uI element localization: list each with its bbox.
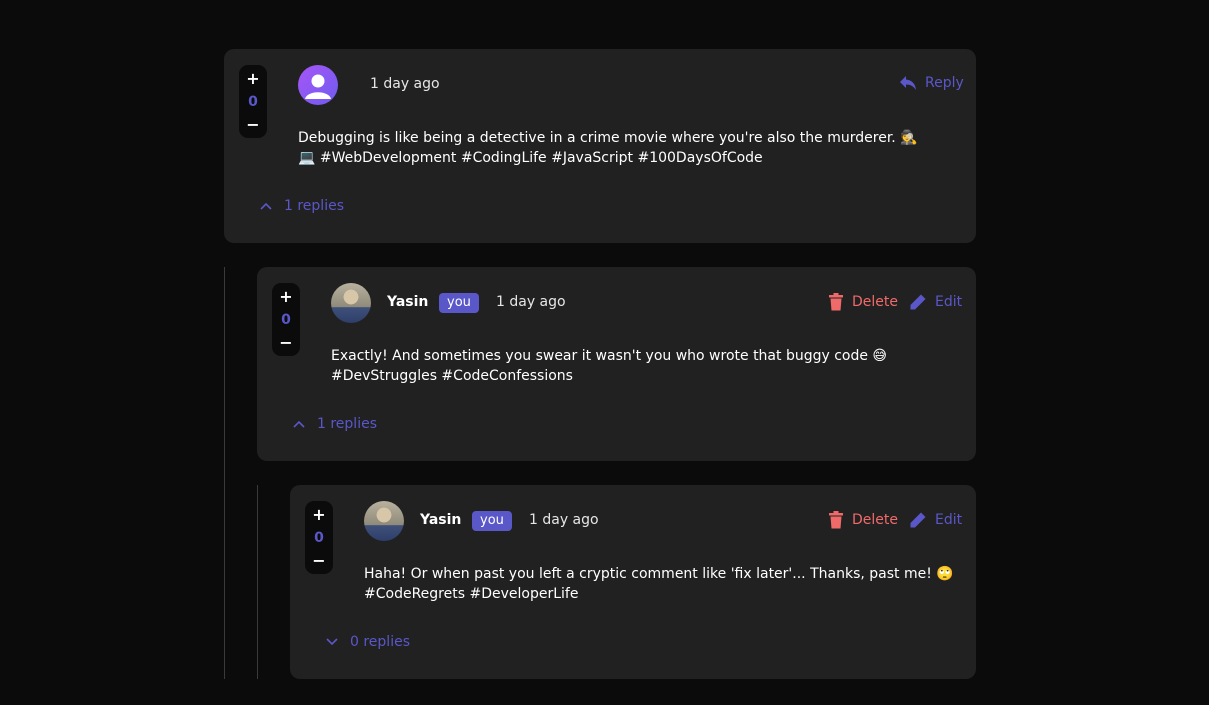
you-badge: you [439, 293, 479, 313]
replies-count: 1 replies [317, 416, 377, 432]
replies-count: 1 replies [284, 198, 344, 214]
vote-control: + 0 − [305, 501, 333, 574]
edit-button[interactable]: Edit [909, 511, 962, 529]
comment-card: + 0 − 1 day ago Reply Debugging is like … [224, 49, 976, 243]
delete-button[interactable]: Delete [828, 293, 898, 311]
downvote-button[interactable]: − [246, 117, 259, 133]
comment-timestamp: 1 day ago [370, 76, 440, 92]
default-user-avatar [298, 65, 338, 105]
reply-label: Reply [925, 75, 964, 91]
comment-timestamp: 1 day ago [529, 512, 599, 528]
thread-line-level-2 [257, 485, 258, 679]
you-badge: you [472, 511, 512, 531]
pencil-icon [910, 512, 926, 528]
username: Yasin [420, 512, 462, 528]
vote-control: + 0 − [272, 283, 300, 356]
user-icon [305, 74, 331, 99]
replies-toggle[interactable]: 1 replies [293, 416, 377, 432]
thread-line-level-1 [224, 267, 225, 679]
chevron-down-icon [326, 638, 338, 646]
delete-button[interactable]: Delete [828, 511, 898, 529]
comment-text: Exactly! And sometimes you swear it wasn… [331, 348, 888, 384]
trash-icon [829, 511, 843, 529]
trash-icon [829, 293, 843, 311]
edit-button[interactable]: Edit [909, 293, 962, 311]
delete-label: Delete [852, 512, 898, 528]
replies-count: 0 replies [350, 634, 410, 650]
chevron-up-icon [260, 202, 272, 210]
downvote-button[interactable]: − [279, 335, 292, 351]
chevron-up-icon [293, 420, 305, 428]
reply-card: + 0 − Yasin you 1 day ago Delete Edit Ex… [257, 267, 976, 461]
upvote-button[interactable]: + [246, 71, 259, 87]
comment-timestamp: 1 day ago [496, 294, 566, 310]
comment-text: Debugging is like being a detective in a… [298, 130, 918, 166]
user-photo-avatar [364, 501, 404, 541]
pencil-icon [910, 294, 926, 310]
upvote-button[interactable]: + [312, 507, 325, 523]
vote-score: 0 [248, 94, 258, 110]
reply-card: + 0 − Yasin you 1 day ago Delete Edit Ha… [290, 485, 976, 679]
comment-text: Haha! Or when past you left a cryptic co… [364, 566, 954, 602]
reply-icon [900, 76, 916, 90]
vote-score: 0 [314, 530, 324, 546]
edit-label: Edit [935, 294, 963, 310]
vote-score: 0 [281, 312, 291, 328]
username: Yasin [387, 294, 429, 310]
vote-control: + 0 − [239, 65, 267, 138]
replies-toggle[interactable]: 0 replies [326, 634, 410, 650]
downvote-button[interactable]: − [312, 553, 325, 569]
edit-label: Edit [935, 512, 963, 528]
reply-button[interactable]: Reply [899, 75, 964, 91]
user-photo-avatar [331, 283, 371, 323]
replies-toggle[interactable]: 1 replies [260, 198, 344, 214]
upvote-button[interactable]: + [279, 289, 292, 305]
delete-label: Delete [852, 294, 898, 310]
